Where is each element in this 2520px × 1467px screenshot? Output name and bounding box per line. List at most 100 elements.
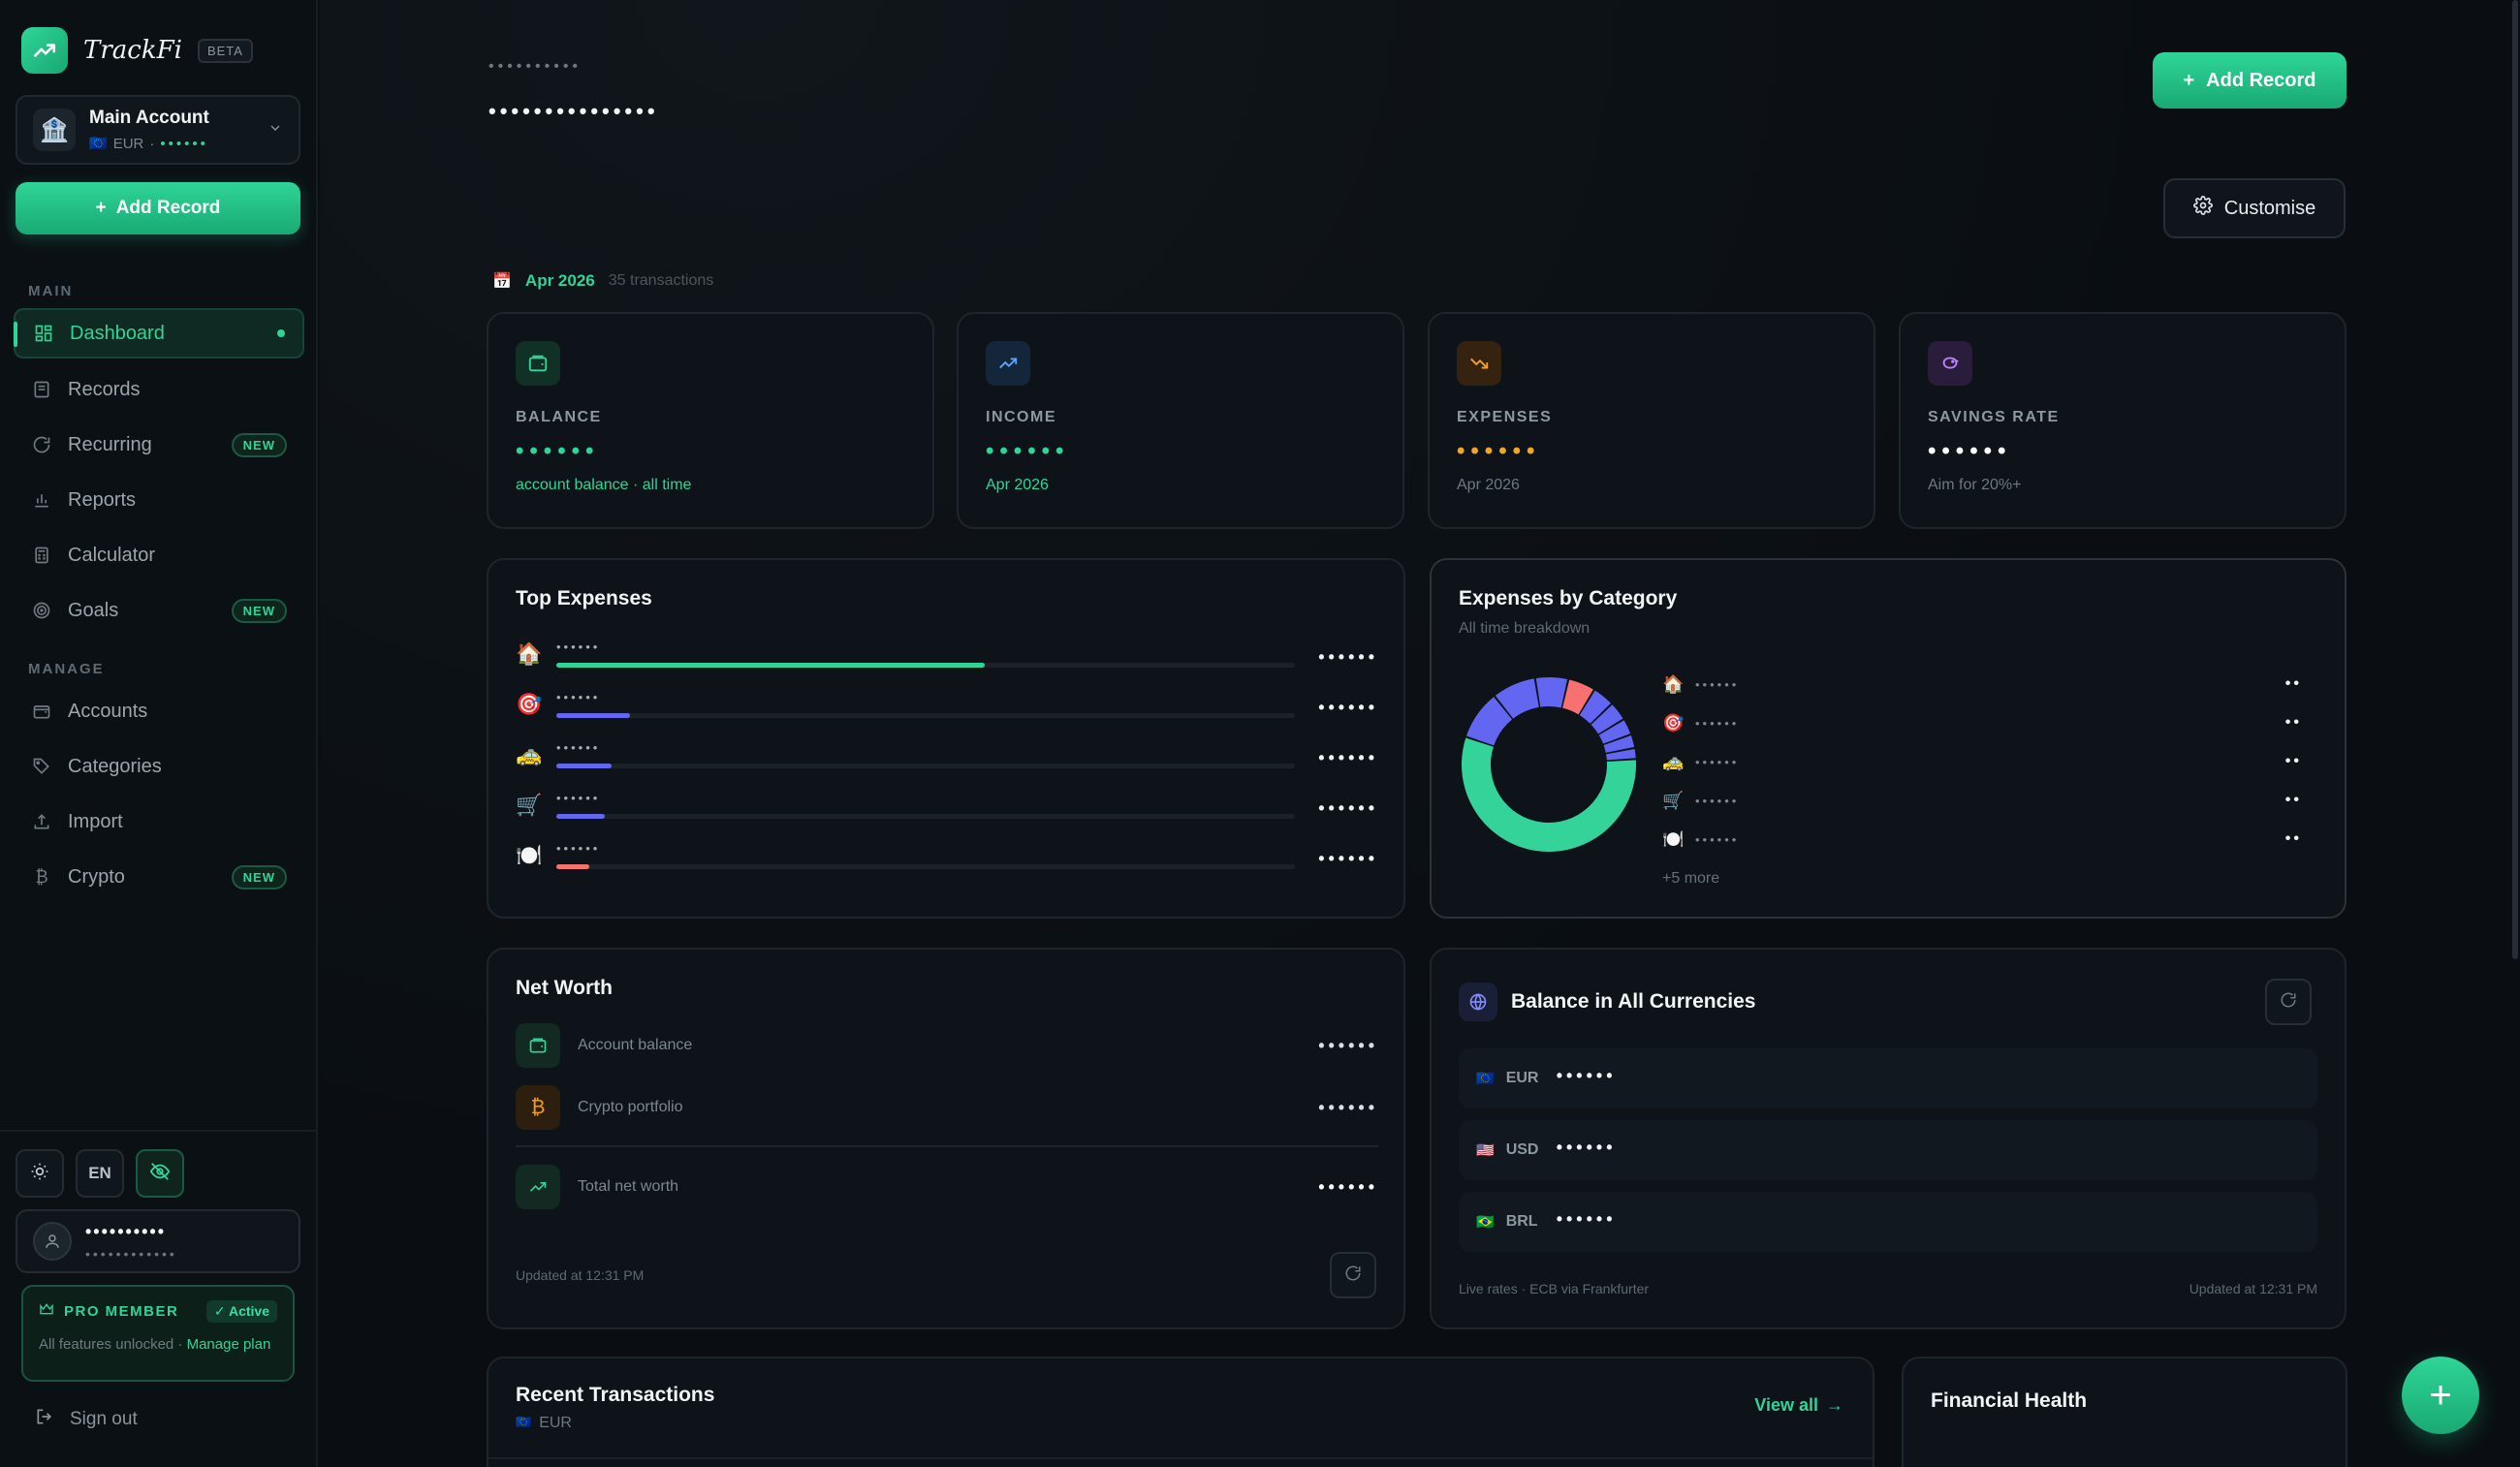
expense-amount: •••••• xyxy=(1318,798,1378,818)
expense-name: •••••• xyxy=(556,791,601,805)
expense-row[interactable]: 🎯 •••••• •••••• xyxy=(516,690,1378,731)
wallet-icon xyxy=(31,701,52,722)
net-worth-total-row: Total net worth •••••• xyxy=(516,1165,1378,1209)
user-email: •••••••••••• xyxy=(85,1245,177,1262)
sidebar-item-goals[interactable]: Goals NEW xyxy=(14,585,304,636)
donut-slice[interactable] xyxy=(1535,677,1568,708)
currency-code: USD xyxy=(1505,1141,1539,1158)
balance-card[interactable]: BALANCE •••••• account balance · all tim… xyxy=(487,312,934,529)
expense-amount: •••••• xyxy=(1318,698,1378,717)
refresh-rates-button[interactable] xyxy=(2265,979,2312,1025)
category-emoji-icon: 🚕 xyxy=(516,742,543,766)
trending-down-icon xyxy=(1457,341,1501,386)
currency-code: EUR xyxy=(1505,1070,1539,1086)
category-row[interactable]: 🏠 •••••• •• xyxy=(1662,671,2302,698)
net-worth-card: Net Worth Account balance •••••• ₿ Crypt… xyxy=(487,948,1405,1329)
calculator-icon xyxy=(31,545,52,566)
sidebar-item-calculator[interactable]: Calculator xyxy=(14,530,304,580)
account-name: Main Account xyxy=(89,108,209,128)
privacy-toggle-button[interactable] xyxy=(136,1149,184,1198)
eu-flag-icon: 🇪🇺 xyxy=(89,136,108,152)
more-categories-link[interactable]: +5 more xyxy=(1662,870,1719,888)
currency-row-eur: 🇪🇺 EUR •••••• xyxy=(1459,1048,2317,1108)
expense-bar-fill xyxy=(556,864,590,869)
category-name: •••••• xyxy=(1695,676,1740,692)
sidebar-item-dashboard[interactable]: Dashboard xyxy=(14,308,304,359)
savings-rate-card[interactable]: SAVINGS RATE •••••• Aim for 20%+ xyxy=(1899,312,2347,529)
theme-toggle-button[interactable] xyxy=(16,1149,64,1198)
page-scrollbar[interactable] xyxy=(2512,0,2518,959)
add-record-button[interactable]: + Add Record xyxy=(2153,52,2347,109)
stat-value: •••••• xyxy=(986,438,1070,464)
active-dot xyxy=(277,329,285,337)
expenses-card[interactable]: EXPENSES •••••• Apr 2026 xyxy=(1428,312,1875,529)
sidebar-add-record-button[interactable]: + Add Record xyxy=(16,182,300,234)
sidebar-item-recurring[interactable]: Recurring NEW xyxy=(14,420,304,470)
sidebar-item-categories[interactable]: Categories xyxy=(14,741,304,792)
account-switcher[interactable]: 🏦 Main Account 🇪🇺 EUR · •••••• xyxy=(16,95,300,165)
expense-name: •••••• xyxy=(556,640,601,654)
floating-add-button[interactable]: + xyxy=(2402,1357,2479,1434)
category-emoji-icon: 🏠 xyxy=(1662,673,1685,694)
row-value: •••••• xyxy=(1318,1097,1378,1117)
currency-row-brl: 🇧🇷 BRL •••••• xyxy=(1459,1192,2317,1252)
category-value: •• xyxy=(2284,753,2302,769)
expense-row[interactable]: 🏠 •••••• •••••• xyxy=(516,640,1378,680)
stat-label: SAVINGS RATE xyxy=(1928,409,2060,425)
currency-row-usd: 🇺🇸 USD •••••• xyxy=(1459,1120,2317,1180)
pro-description: All features unlocked · xyxy=(39,1336,187,1353)
card-title: Top Expenses xyxy=(516,587,652,609)
sidebar-item-records[interactable]: Records xyxy=(14,364,304,415)
expense-name: •••••• xyxy=(556,690,601,704)
customise-button[interactable]: Customise xyxy=(2163,178,2346,238)
category-emoji-icon: 🏠 xyxy=(516,641,543,666)
account-balance-masked: •••••• xyxy=(160,135,208,152)
card-title: Recent Transactions xyxy=(516,1384,715,1406)
net-worth-row: ₿ Crypto portfolio •••••• xyxy=(516,1085,1378,1130)
plus-icon: + xyxy=(2183,69,2195,91)
category-emoji-icon: 🛒 xyxy=(516,793,543,817)
category-value: •• xyxy=(2284,792,2302,808)
category-row[interactable]: 🎯 •••••• •• xyxy=(1662,709,2302,736)
stat-value: •••••• xyxy=(1457,438,1541,464)
period-indicator: 📅 Apr 2026 35 transactions xyxy=(492,271,713,291)
expense-row[interactable]: 🚕 •••••• •••••• xyxy=(516,740,1378,781)
sign-out-button[interactable]: Sign out xyxy=(35,1407,138,1432)
view-all-link[interactable]: View all → xyxy=(1754,1395,1843,1416)
tag-icon xyxy=(31,756,52,777)
arrow-right-icon: → xyxy=(1826,1395,1843,1415)
manage-plan-link[interactable]: Manage plan xyxy=(187,1336,271,1353)
user-card[interactable]: •••••••••• •••••••••••• xyxy=(16,1209,300,1273)
sidebar-item-reports[interactable]: Reports xyxy=(14,475,304,525)
card-title: Expenses by Category xyxy=(1459,587,1678,609)
language-button[interactable]: EN xyxy=(76,1149,124,1198)
expense-row[interactable]: 🍽️ •••••• •••••• xyxy=(516,841,1378,882)
expense-row[interactable]: 🛒 •••••• •••••• xyxy=(516,791,1378,831)
category-row[interactable]: 🛒 •••••• •• xyxy=(1662,787,2302,814)
row-label: Account balance xyxy=(578,1037,693,1053)
income-card[interactable]: INCOME •••••• Apr 2026 xyxy=(957,312,1404,529)
rates-source: Live rates · ECB via Frankfurter xyxy=(1459,1281,1650,1296)
sidebar: TrackFi BETA 🏦 Main Account 🇪🇺 EUR · •••… xyxy=(0,0,318,1467)
plus-icon: + xyxy=(2429,1373,2452,1417)
sidebar-item-label: Accounts xyxy=(68,700,148,722)
sidebar-item-accounts[interactable]: Accounts xyxy=(14,686,304,736)
category-emoji-icon: 🛒 xyxy=(1662,790,1685,810)
eye-off-icon xyxy=(149,1161,171,1187)
refresh-icon xyxy=(31,434,52,455)
section-main-label: MAIN xyxy=(28,283,74,299)
trending-up-icon xyxy=(516,1165,560,1209)
stat-value: •••••• xyxy=(516,438,600,464)
updated-time: Updated at 12:31 PM xyxy=(516,1267,645,1283)
currencies-card: Balance in All Currencies 🇪🇺 EUR •••••• … xyxy=(1430,948,2347,1329)
expense-bar-track xyxy=(556,764,1295,768)
gear-icon xyxy=(2192,196,2213,221)
sidebar-item-import[interactable]: Import xyxy=(14,796,304,847)
expenses-by-category-card: Expenses by Category All time breakdown … xyxy=(1430,558,2347,919)
refresh-button[interactable] xyxy=(1330,1252,1376,1298)
category-row[interactable]: 🍽️ •••••• •• xyxy=(1662,826,2302,853)
brand[interactable]: TrackFi BETA xyxy=(21,27,253,74)
category-row[interactable]: 🚕 •••••• •• xyxy=(1662,748,2302,775)
sidebar-item-crypto[interactable]: ₿ Crypto NEW xyxy=(14,852,304,902)
bitcoin-icon: ₿ xyxy=(516,1085,560,1130)
